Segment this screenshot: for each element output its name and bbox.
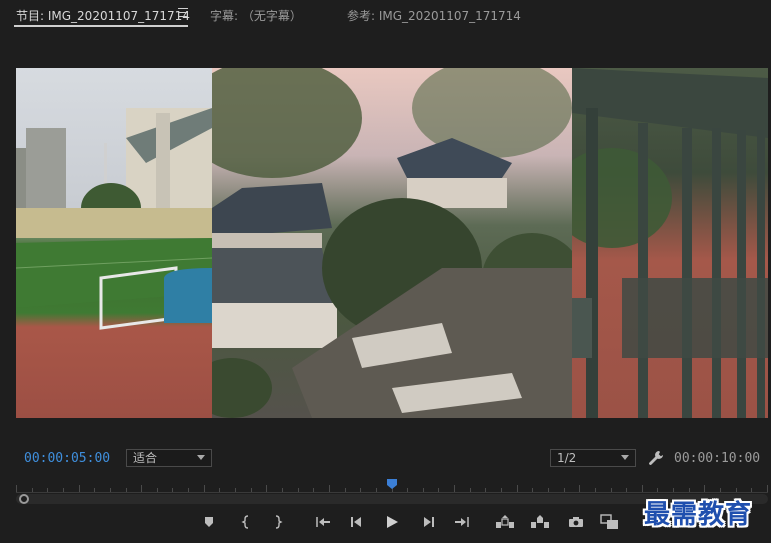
current-timecode[interactable]: 00:00:05:00	[24, 451, 110, 466]
camera-icon	[569, 517, 583, 527]
zoom-scrollbar-handle[interactable]	[19, 494, 29, 504]
play-icon	[387, 516, 398, 528]
export-frame-button[interactable]	[565, 512, 587, 532]
fit-zoom-value: 适合	[133, 451, 158, 465]
duration-timecode: 00:00:10:00	[674, 451, 761, 466]
watermark-logo: 最需教育	[644, 500, 753, 530]
tab-program[interactable]: 节目: IMG_20201107_171714	[16, 7, 190, 24]
chevron-down-icon	[197, 455, 205, 460]
extract-icon	[531, 515, 549, 528]
tab-captions[interactable]: 字幕: （无字幕）	[210, 7, 302, 24]
step-forward-button[interactable]	[417, 512, 439, 532]
mark-out-button[interactable]	[267, 512, 289, 532]
go-to-in-icon	[316, 517, 330, 527]
step-back-icon	[351, 517, 361, 527]
playback-resolution-value: 1/2	[557, 451, 577, 465]
lift-button[interactable]	[494, 512, 516, 532]
video-panel-gate	[572, 68, 768, 418]
compare-view-button[interactable]	[599, 512, 621, 532]
mark-in-button[interactable]	[235, 512, 257, 532]
playback-resolution-select[interactable]: 1/2	[550, 449, 636, 467]
fit-zoom-select[interactable]: 适合	[126, 449, 212, 467]
go-to-out-button[interactable]	[451, 512, 473, 532]
tab-reference[interactable]: 参考: IMG_20201107_171714	[347, 7, 521, 24]
marker-icon	[205, 517, 213, 527]
add-marker-button[interactable]	[198, 512, 220, 532]
mark-in-icon	[241, 515, 249, 529]
active-tab-underline	[14, 25, 188, 27]
lift-icon	[496, 515, 514, 528]
go-to-out-icon	[455, 517, 469, 527]
program-monitor-viewer[interactable]	[16, 68, 768, 418]
compare-icon	[600, 514, 618, 529]
play-button[interactable]	[381, 512, 403, 532]
step-back-button[interactable]	[346, 512, 368, 532]
video-panel-temple	[212, 68, 572, 418]
extract-button[interactable]	[529, 512, 551, 532]
step-forward-icon	[424, 517, 434, 527]
video-panel-stadium	[16, 68, 212, 418]
settings-wrench-icon[interactable]	[648, 450, 664, 466]
go-to-in-button[interactable]	[312, 512, 334, 532]
panel-menu-icon[interactable]	[178, 8, 188, 18]
tab-bar: 节目: IMG_20201107_171714 字幕: （无字幕） 参考: IM…	[0, 0, 771, 30]
chevron-down-icon	[621, 455, 629, 460]
mark-out-icon	[275, 515, 283, 529]
